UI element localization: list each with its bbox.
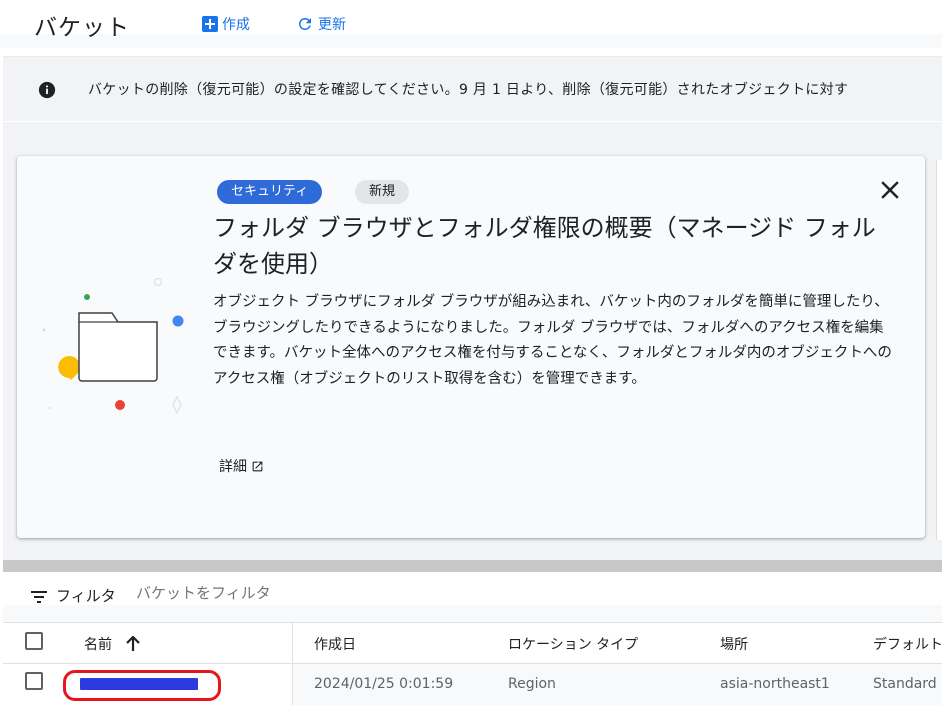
table-header-row: [3, 622, 942, 664]
highlight-annotation: [63, 670, 221, 701]
soft-delete-banner: バケットの削除（復元可能）の設定を確認してください。9 月 1 日より、削除（復…: [3, 56, 942, 121]
row-checkbox[interactable]: [25, 672, 43, 690]
filter-input[interactable]: [136, 584, 436, 602]
filter-list-icon: [31, 591, 47, 603]
add-box-icon: [202, 16, 218, 32]
section-divider: [3, 560, 942, 572]
column-header-location[interactable]: 場所: [720, 634, 748, 654]
folder-icon: [42, 278, 184, 415]
cell-location: asia-northeast1: [720, 676, 830, 692]
refresh-button[interactable]: 更新: [296, 14, 346, 34]
column-separator: [292, 622, 293, 705]
create-button-label: 作成: [222, 17, 250, 33]
page-title: バケット: [34, 15, 130, 41]
cell-created: 2024/01/25 0:01:59: [314, 676, 454, 692]
close-icon[interactable]: [879, 179, 901, 201]
external-link-icon: [252, 461, 263, 471]
filter-label: フィルタ: [56, 587, 116, 605]
create-button[interactable]: 作成: [202, 14, 250, 34]
card-title: フォルダ ブラウザとフォルダ権限の概要（マネージド フォルダを使用）: [213, 214, 876, 278]
chip-security: セキュリティ: [217, 180, 323, 204]
cell-default-class: Standard: [873, 676, 937, 692]
header-stripe: [0, 34, 942, 48]
column-header-created[interactable]: 作成日: [314, 634, 356, 654]
chip-new: 新規: [355, 180, 410, 204]
refresh-icon: [298, 17, 311, 30]
next-card-edge: [936, 160, 942, 540]
select-all-checkbox[interactable]: [25, 632, 43, 650]
filter-stripe: [3, 605, 942, 623]
refresh-button-label: 更新: [318, 17, 346, 33]
column-header-default-class[interactable]: デフォルト: [873, 634, 942, 654]
card-body: オブジェクト ブラウザにフォルダ ブラウザが組み込まれ、バケット内のフォルダを簡…: [213, 294, 892, 387]
banner-text: バケットの削除（復元可能）の設定を確認してください。9 月 1 日より、削除（復…: [88, 82, 849, 98]
cell-location-type: Region: [508, 676, 556, 692]
details-link[interactable]: 詳細: [219, 456, 264, 476]
info-icon: [38, 81, 56, 99]
column-header-location-type[interactable]: ロケーション タイプ: [508, 634, 638, 654]
arrow-up-icon[interactable]: [125, 636, 141, 652]
column-header-name[interactable]: 名前: [84, 634, 112, 654]
details-link-label: 詳細: [219, 459, 247, 475]
